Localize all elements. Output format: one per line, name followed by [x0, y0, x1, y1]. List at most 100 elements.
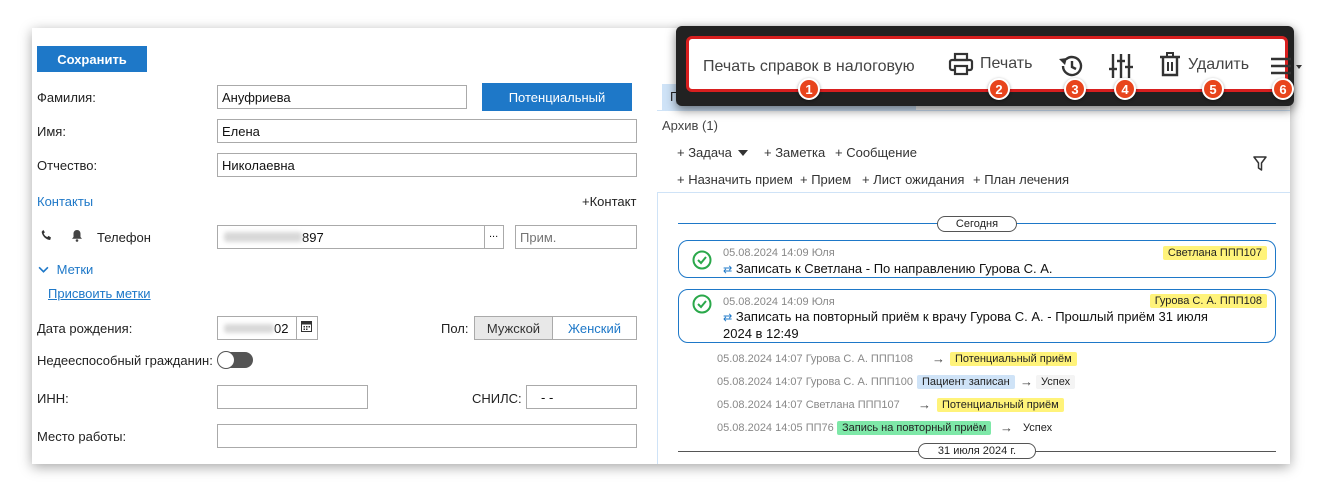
add-message-button[interactable]: + Сообщение: [835, 145, 917, 160]
birthdate-field[interactable]: 02: [217, 316, 297, 340]
trash-icon: [1160, 52, 1180, 77]
event-item[interactable]: 05.08.2024 14:09 Юля Гурова С. А. ППП108…: [678, 289, 1276, 343]
save-button[interactable]: Сохранить: [37, 46, 147, 72]
add-appointment-button[interactable]: + Прием: [800, 172, 851, 187]
assign-tags-link[interactable]: Присвоить метки: [48, 286, 151, 301]
history-arrow: →: [1020, 374, 1033, 389]
feed-left-border: [657, 192, 658, 464]
annotation-badge: 5: [1202, 78, 1224, 100]
history-arrow: →: [932, 351, 945, 366]
chevron-down-icon: [38, 266, 49, 273]
event-tag: Гурова С. А. ППП108: [1149, 294, 1267, 308]
annotation-badge: 4: [1114, 78, 1136, 100]
check-circle-icon[interactable]: [692, 250, 712, 270]
treatment-plan-button[interactable]: + План лечения: [973, 172, 1069, 187]
tags-label: Метки: [56, 262, 94, 277]
annotation-badge: 6: [1272, 78, 1294, 100]
caret-down-icon: [738, 150, 749, 156]
gender-male-option[interactable]: Мужской: [475, 317, 553, 339]
phone-blurred: [224, 232, 302, 242]
phone-label: Телефон: [97, 230, 151, 245]
archive-link[interactable]: Архив (1): [662, 118, 718, 133]
print-button[interactable]: Печать: [948, 52, 1032, 76]
patronymic-field[interactable]: Николаевна: [217, 153, 637, 177]
waiting-list-button[interactable]: + Лист ожидания: [862, 172, 964, 187]
history-to-tag: Потенциальный приём: [950, 352, 1077, 366]
birthdate-label: Дата рождения:: [37, 321, 133, 336]
history-meta: 05.08.2024 14:07 Светлана ППП107: [717, 399, 900, 411]
menu-icon: [1271, 57, 1302, 75]
snils-field[interactable]: - -: [526, 385, 637, 409]
tax-certificates-button[interactable]: Печать справок в налоговую: [703, 58, 915, 76]
today-divider: Сегодня: [937, 216, 1017, 232]
delete-button[interactable]: Удалить: [1158, 52, 1249, 78]
surname-field[interactable]: Ануфриева: [217, 85, 467, 109]
tags-toggle[interactable]: Метки: [38, 262, 93, 277]
more-menu-button[interactable]: [1270, 56, 1304, 79]
phone-note-input[interactable]: [515, 225, 637, 249]
add-task-label: + Задача: [677, 145, 732, 160]
add-note-button[interactable]: + Заметка: [764, 145, 825, 160]
event-meta: 05.08.2024 14:09 Юля: [723, 247, 835, 259]
add-task-button[interactable]: + Задача: [677, 145, 749, 160]
history-from-tag: Запись на повторный приём: [837, 421, 992, 435]
annotation-badge: 3: [1064, 78, 1086, 100]
name-field[interactable]: Елена: [217, 119, 637, 143]
history-meta: 05.08.2024 14:07 Гурова С. А. ППП108: [717, 353, 913, 365]
birthdate-blurred: [224, 323, 274, 333]
name-label: Имя:: [37, 124, 66, 139]
birthdate-visible-digits: 02: [274, 320, 289, 336]
schedule-appointment-button[interactable]: + Назначить прием: [677, 172, 793, 187]
gender-selector: Мужской Женский: [474, 316, 637, 340]
history-arrow: →: [1000, 420, 1013, 435]
tab-underline: [657, 110, 1290, 111]
phone-more-button[interactable]: ...: [484, 225, 504, 249]
event-item[interactable]: 05.08.2024 14:09 Юля Светлана ППП107 ⇄ З…: [678, 240, 1276, 278]
incapable-label: Недееспособный гражданин:: [37, 353, 213, 368]
toggle-knob: [217, 351, 235, 369]
phone-field[interactable]: 897: [217, 225, 485, 249]
history-to-tag: Успех: [1023, 422, 1053, 434]
event-tag: Светлана ППП107: [1162, 246, 1267, 260]
calendar-icon: [301, 321, 312, 332]
history-to-tag: Успех: [1036, 375, 1076, 389]
incapable-toggle[interactable]: [217, 351, 253, 369]
inn-field[interactable]: [217, 385, 368, 409]
snils-label: СНИЛС:: [472, 391, 522, 406]
add-contact-link[interactable]: +Контакт: [582, 194, 636, 209]
settings-sliders-icon[interactable]: [1108, 52, 1134, 80]
bell-icon[interactable]: [71, 229, 83, 245]
annotation-badge: 2: [988, 78, 1010, 100]
event-meta: 05.08.2024 14:09 Юля: [723, 296, 835, 308]
date-divider: 31 июля 2024 г.: [918, 443, 1036, 459]
repeat-icon: ⇄: [723, 312, 733, 324]
patronymic-label: Отчество:: [37, 158, 98, 173]
calendar-button[interactable]: [296, 316, 318, 340]
history-from-tag: Пациент записан: [917, 375, 1015, 389]
check-circle-icon[interactable]: [692, 294, 712, 314]
phone-visible-digits: 897: [302, 229, 324, 245]
phone-icon[interactable]: [40, 229, 53, 245]
event-text-content: Записать на повторный приём к врачу Гуро…: [723, 309, 1208, 341]
history-meta: 05.08.2024 14:07 Гурова С. А. ППП100: [717, 376, 913, 388]
surname-label: Фамилия:: [37, 90, 96, 105]
delete-label: Удалить: [1188, 56, 1250, 73]
gender-label: Пол:: [441, 321, 469, 336]
history-to-tag: Потенциальный приём: [937, 398, 1064, 412]
repeat-icon: ⇄: [723, 264, 733, 276]
history-meta: 05.08.2024 14:05 ПП76: [717, 422, 834, 434]
event-text-content: Записать к Светлана - По направлению Гур…: [735, 261, 1053, 276]
history-arrow: →: [918, 397, 931, 412]
contacts-section-label[interactable]: Контакты: [37, 194, 93, 209]
gender-female-option[interactable]: Женский: [553, 317, 636, 339]
history-icon[interactable]: [1057, 53, 1085, 79]
annotation-badge: 1: [798, 78, 820, 100]
feed-top-border: [657, 192, 1290, 193]
event-text: ⇄ Записать к Светлана - По направлению Г…: [723, 261, 1053, 278]
print-label: Печать: [980, 55, 1033, 72]
printer-icon: [948, 52, 974, 76]
filter-icon[interactable]: [1253, 156, 1267, 172]
event-text: ⇄ Записать на повторный приём к врачу Гу…: [723, 309, 1223, 341]
workplace-field[interactable]: [217, 424, 637, 448]
status-button[interactable]: Потенциальный: [482, 83, 632, 111]
